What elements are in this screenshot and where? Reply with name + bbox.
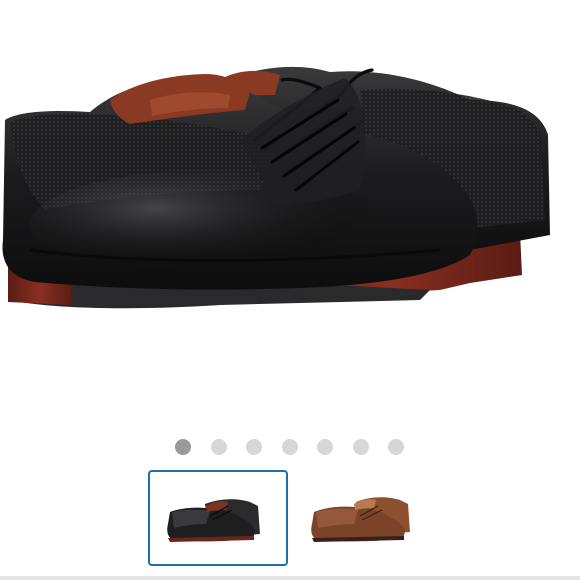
pager-dot-7[interactable] [388,439,404,455]
gallery-pager [0,437,580,457]
pager-dot-5[interactable] [317,439,333,455]
bottom-divider [0,576,580,580]
black-oxford-shoes-thumbnail-icon [167,499,260,542]
pager-dot-3[interactable] [246,439,262,455]
thumbnail-black[interactable] [148,470,288,566]
pager-dot-6[interactable] [353,439,369,455]
pager-dot-4[interactable] [282,439,298,455]
product-image[interactable] [0,0,580,420]
thumbnail-brown[interactable] [298,470,438,566]
black-oxford-shoes-icon [2,66,550,309]
brown-oxford-shoes-thumbnail-icon [311,497,410,542]
pager-dot-2[interactable] [211,439,227,455]
pager-dot-1[interactable] [175,439,191,455]
